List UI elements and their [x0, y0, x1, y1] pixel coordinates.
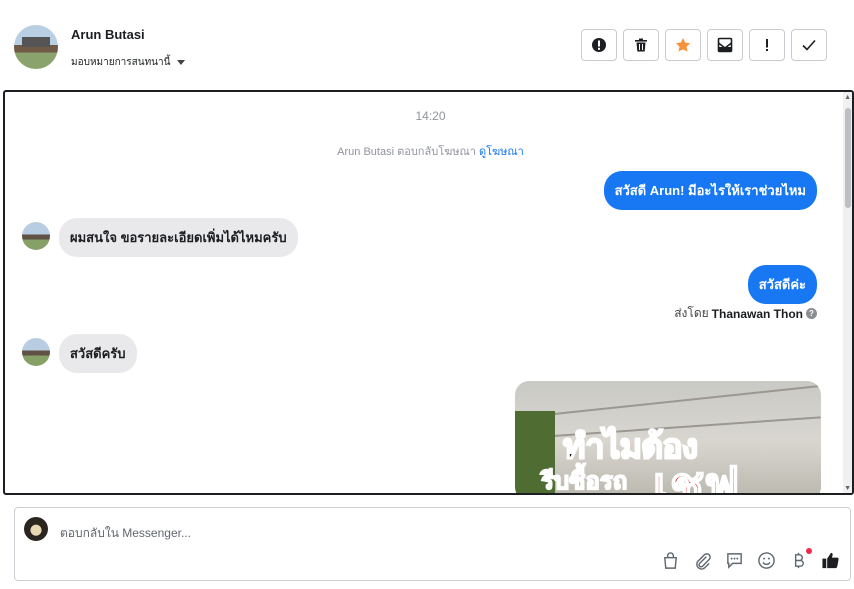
scrollbar[interactable]: ▲ ▼ — [843, 92, 852, 493]
follow-up-button[interactable] — [749, 29, 785, 61]
shopping-bag-icon[interactable] — [661, 551, 680, 570]
star-button[interactable] — [665, 29, 701, 61]
sent-by-line: ส่งโดย Thanawan Thon ? — [674, 304, 817, 323]
star-icon — [675, 38, 691, 52]
ad-image-text: รีบซื้อรถ — [540, 467, 628, 495]
emoji-icon[interactable] — [757, 551, 776, 570]
mark-done-button[interactable] — [791, 29, 827, 61]
assign-dropdown[interactable]: มอบหมายการสนทนานี้ — [71, 55, 186, 70]
message-thread[interactable]: 14:20 Arun Butasi ตอบกลับโฆษณา ดูโฆษณา ส… — [3, 90, 854, 495]
sender-avatar — [22, 222, 50, 250]
scroll-up-icon[interactable]: ▲ — [844, 94, 851, 101]
page-avatar — [24, 517, 48, 541]
mark-spam-button[interactable] — [581, 29, 617, 61]
incoming-message: ผมสนใจ ขอรายละเอียดเพิ่มได้ไหมครับ — [59, 218, 298, 257]
composer-toolbar — [661, 551, 840, 570]
scrollbar-thumb[interactable] — [845, 108, 851, 208]
paperclip-icon[interactable] — [693, 551, 712, 570]
assign-label: มอบหมายการสนทนานี้ — [71, 57, 171, 68]
reply-composer[interactable]: ตอบกลับใน Messenger... — [14, 507, 851, 581]
conversation-header: Arun Butasi มอบหมายการสนทนานี้ — [0, 0, 854, 90]
scroll-down-icon[interactable]: ▼ — [844, 485, 851, 492]
caret-down-icon — [177, 60, 186, 65]
action-toolbar — [581, 29, 827, 61]
reply-input[interactable]: ตอบกลับใน Messenger... — [60, 524, 191, 543]
incoming-message: สวัสดีครับ — [59, 334, 137, 373]
contact-name[interactable]: Arun Butasi — [71, 27, 145, 42]
timestamp: 14:20 — [415, 109, 446, 123]
trash-icon — [635, 38, 647, 52]
delete-button[interactable] — [623, 29, 659, 61]
ad-reply-text: Arun Butasi ตอบกลับโฆษณา — [337, 146, 476, 158]
view-ad-link[interactable]: ดูโฆษณา — [479, 146, 524, 158]
ad-image-text: เชฟ — [652, 457, 740, 495]
ad-image-attachment[interactable]: ทำไมต้อง รีบซื้อรถ เชฟ — [515, 381, 821, 495]
archive-button[interactable] — [707, 29, 743, 61]
sender-avatar — [22, 338, 50, 366]
like-icon[interactable] — [821, 551, 840, 570]
alert-circle-icon — [592, 38, 606, 52]
help-icon[interactable]: ? — [806, 308, 817, 319]
baht-icon[interactable] — [789, 551, 808, 570]
saved-reply-icon[interactable] — [725, 551, 744, 570]
outgoing-message: สวัสดี Arun! มีอะไรให้เราช่วยไหม — [603, 171, 817, 210]
sent-by-name[interactable]: Thanawan Thon — [712, 307, 803, 321]
checkmark-icon — [802, 39, 816, 51]
avatar[interactable] — [14, 25, 58, 69]
exclamation-icon — [766, 39, 768, 51]
archive-icon — [717, 37, 733, 53]
sent-by-label: ส่งโดย — [674, 306, 709, 320]
ad-reply-notice: Arun Butasi ตอบกลับโฆษณา ดูโฆษณา — [5, 142, 852, 160]
outgoing-message: สวัสดีค่ะ — [747, 265, 817, 304]
